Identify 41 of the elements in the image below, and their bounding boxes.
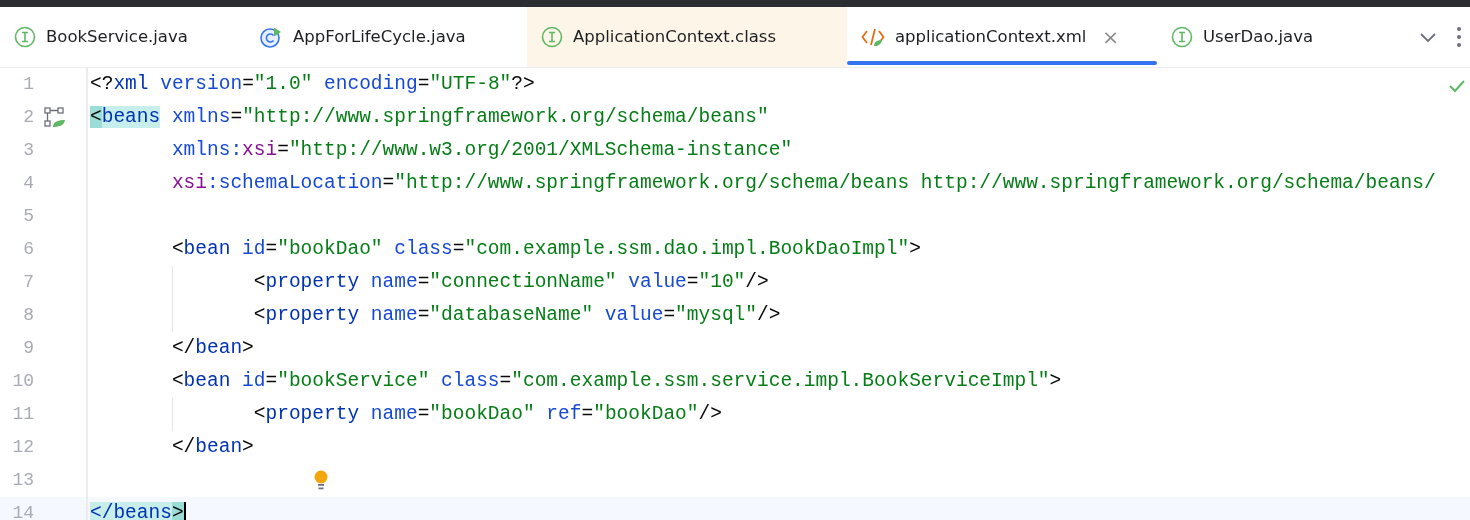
line-number: 11 — [11, 403, 34, 426]
line-number: 14 — [11, 502, 34, 520]
interface-icon — [541, 26, 563, 48]
code-line: <property name="databaseName" value="mysql"/> — [252, 302, 781, 328]
code-line: </bean> — [170, 434, 254, 460]
line-number: 4 — [22, 172, 34, 195]
line-number: 5 — [22, 205, 34, 228]
file-tab[interactable]: applicationContext.xml × — [847, 7, 1157, 67]
code-line: <bean id="bookService" class="com.example.ssm.service.impl.BookServiceImpl"> — [170, 368, 1062, 394]
xml-file-icon — [861, 26, 885, 48]
line-number: 6 — [22, 238, 34, 261]
line-number: 7 — [22, 271, 34, 294]
line-number: 8 — [22, 304, 34, 327]
line-number: 10 — [11, 370, 34, 393]
line-number: 2 — [22, 106, 34, 129]
file-tab[interactable]: AppForLifeCycle.java — [245, 7, 527, 67]
line-number: 3 — [22, 139, 34, 162]
file-tab[interactable]: ApplicationContext.class — [527, 7, 847, 67]
code-line: <property name="connectionName" value="10"/> — [252, 269, 769, 295]
close-tab-button[interactable]: × — [1102, 22, 1120, 52]
lightbulb-icon[interactable] — [313, 469, 329, 492]
text-caret — [183, 501, 186, 520]
line-number: 13 — [11, 469, 34, 492]
code-line: <beans xmlns="http://www.springframework.org/schema/beans" — [90, 104, 769, 130]
file-tab[interactable]: UserDao.java — [1157, 7, 1387, 67]
code-line: <bean id="bookDao" class="com.example.ssm.dao.impl.BookDaoImpl"> — [170, 236, 921, 262]
interface-icon — [14, 26, 36, 48]
more-options-icon[interactable] — [1456, 26, 1462, 48]
bean-gutter-icon[interactable] — [44, 106, 66, 129]
file-tab[interactable]: BookService.java — [0, 7, 245, 67]
interface-icon — [1171, 26, 1193, 48]
code-line: xmlns:xsi="http://www.w3.org/2001/XMLSchema-instance" — [170, 137, 793, 163]
code-line: </bean> — [170, 335, 254, 361]
code-line: xsi:schemaLocation="http://www.springframework.org/schema/beans http://www.springframework.org/schema/beans/ — [170, 170, 1436, 196]
class-icon — [259, 26, 283, 48]
code-line: <?xml version="1.0" encoding="UTF-8"?> — [90, 71, 535, 97]
line-number: 1 — [22, 73, 34, 96]
line-number: 9 — [22, 337, 34, 360]
code-line: </beans> — [90, 500, 184, 520]
code-line: <property name="bookDao" ref="bookDao"/> — [252, 401, 722, 427]
line-number: 12 — [11, 436, 34, 459]
